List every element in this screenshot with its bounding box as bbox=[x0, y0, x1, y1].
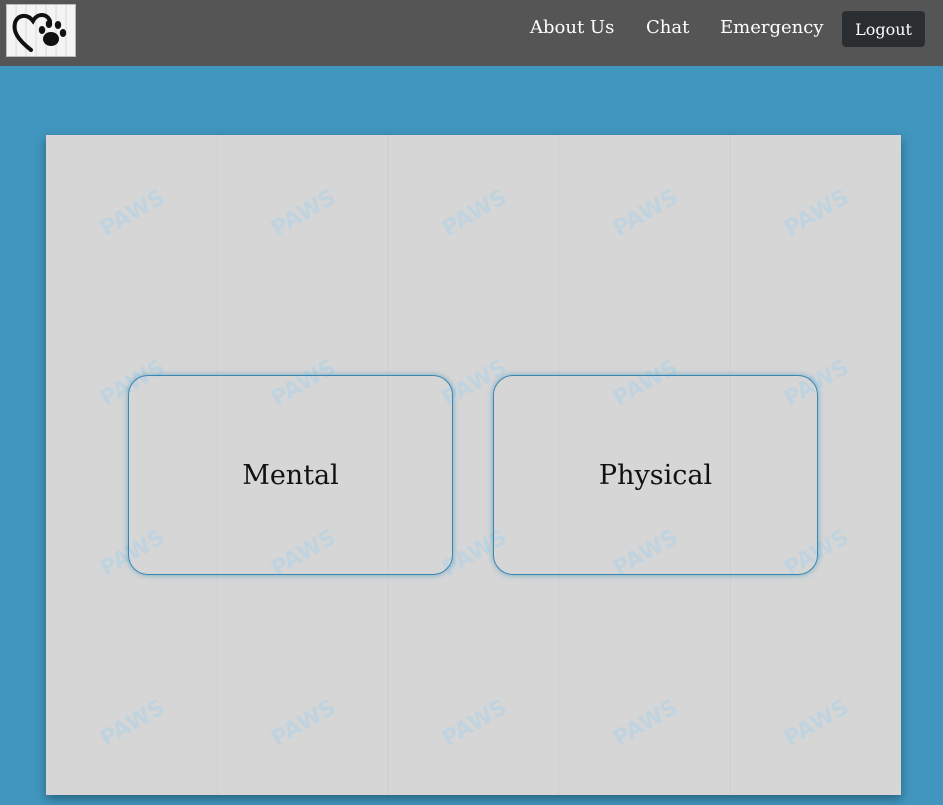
navbar: About Us Chat Emergency Logout bbox=[0, 0, 943, 66]
main-panel: PAWS PAWS PAWS PAWS PAWS PAWS PAWS PAWS PAWS PAWS… bbox=[46, 135, 901, 795]
paws-watermark-text: PAWS bbox=[780, 695, 853, 752]
paws-watermark-text: PAWS bbox=[609, 185, 682, 242]
paws-watermark-text: PAWS bbox=[609, 695, 682, 752]
paws-watermark-text: PAWS bbox=[96, 695, 169, 752]
paws-watermark-text: PAWS bbox=[267, 185, 340, 242]
paws-watermark-text: PAWS bbox=[96, 185, 169, 242]
nav-link-chat[interactable]: Chat bbox=[646, 16, 689, 40]
paws-watermark-text: PAWS bbox=[267, 695, 340, 752]
physical-card-label: Physical bbox=[598, 459, 713, 491]
logout-button[interactable]: Logout bbox=[842, 11, 925, 47]
nav-link-about-us[interactable]: About Us bbox=[530, 16, 614, 40]
paws-watermark-text: PAWS bbox=[780, 185, 853, 242]
paws-watermark-text: PAWS bbox=[438, 185, 511, 242]
nav-link-emergency[interactable]: Emergency bbox=[720, 16, 823, 40]
mental-card-label: Mental bbox=[242, 459, 339, 491]
physical-card[interactable]: Physical bbox=[493, 375, 818, 575]
logo-icon[interactable] bbox=[6, 4, 76, 57]
paws-watermark-text: PAWS bbox=[438, 695, 511, 752]
mental-card[interactable]: Mental bbox=[128, 375, 453, 575]
